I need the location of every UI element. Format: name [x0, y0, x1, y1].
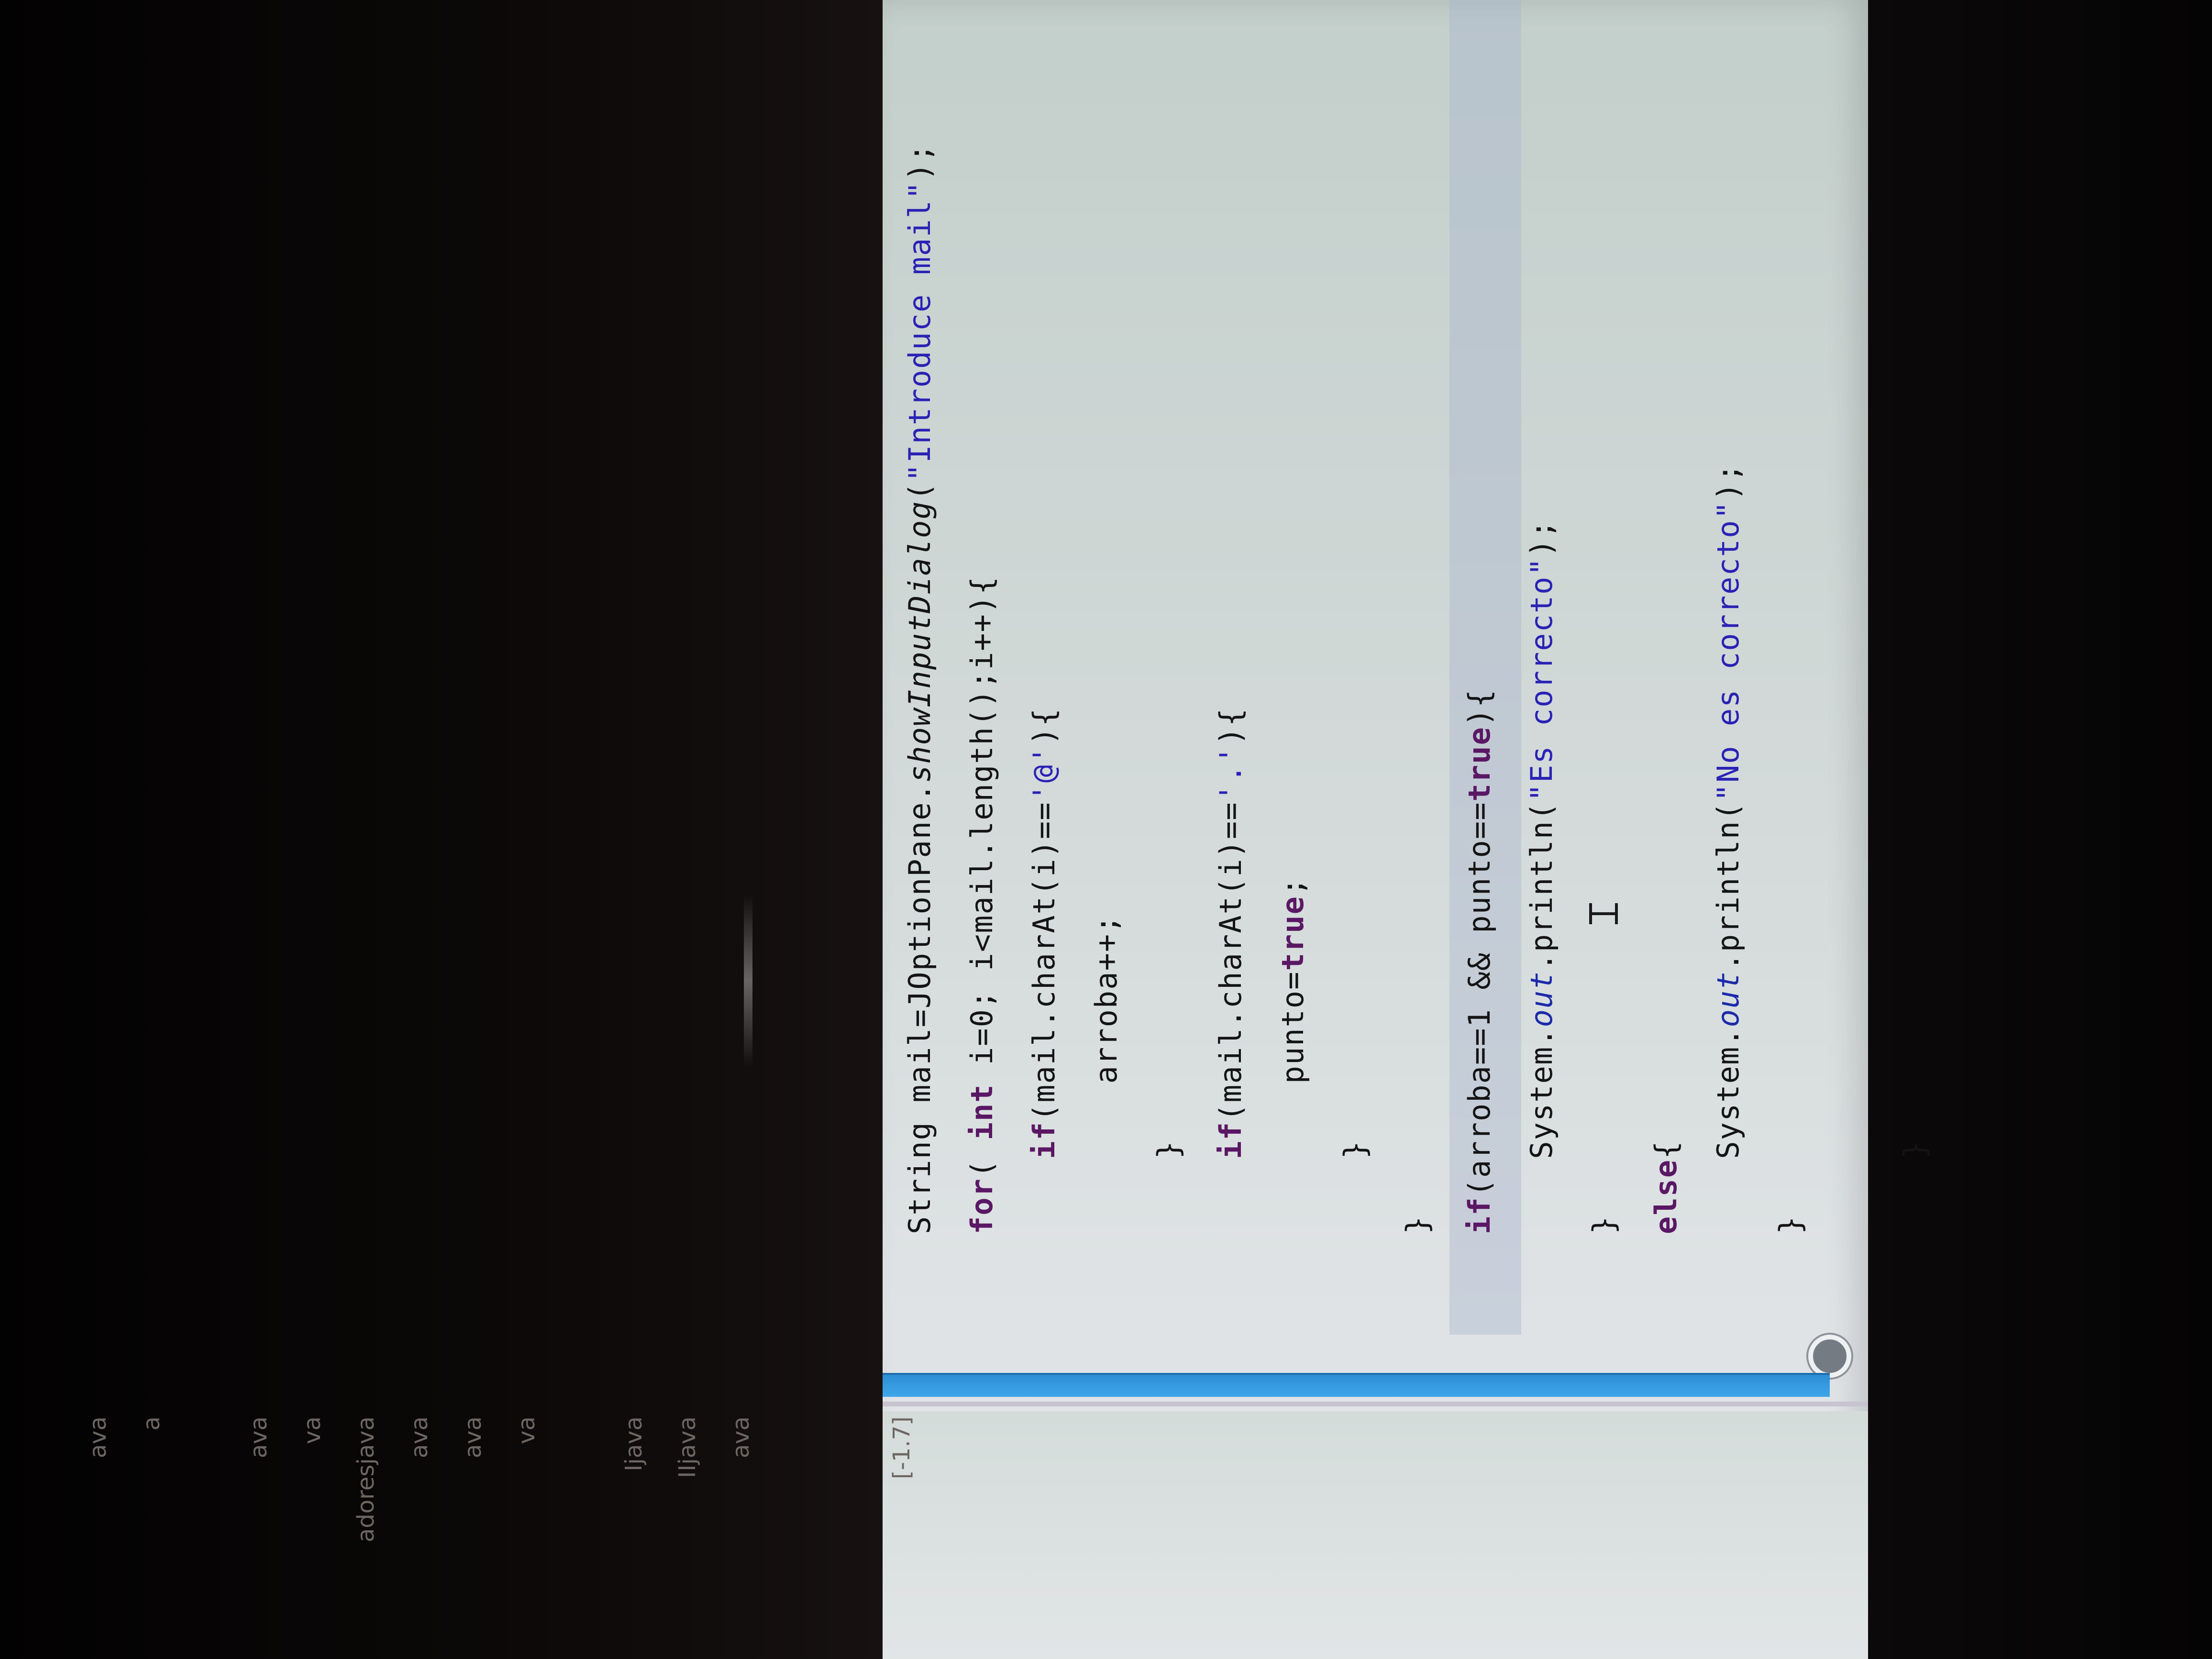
code-token: .println( — [1524, 801, 1559, 971]
code-token: true — [1462, 726, 1497, 802]
code-token: out — [1524, 971, 1559, 1028]
file-tree-item[interactable]: ava — [724, 1416, 758, 1458]
code-token: int — [964, 1084, 999, 1140]
code-token: ){ — [1462, 688, 1497, 727]
file-tree-item[interactable]: va — [510, 1416, 543, 1444]
code-token: (mail.charAt(i)== — [1213, 801, 1248, 1122]
panel-divider — [883, 1402, 1868, 1406]
code-token: "Introduce mail" — [902, 180, 937, 482]
file-tree-item[interactable]: Ijava — [617, 1416, 651, 1471]
code-token: } — [1773, 1215, 1808, 1234]
code-token: ); — [902, 143, 937, 181]
code-token: String — [902, 1102, 937, 1234]
code-token: ; — [1275, 876, 1310, 896]
code-line[interactable]: String mail=JOptionPane.showInputDialog(… — [891, 143, 949, 1234]
code-line[interactable]: for( int i=0; i<mail.length();i++){ — [953, 576, 1011, 1234]
file-tree-item[interactable]: [-1.7] — [885, 1416, 918, 1479]
code-token: "Es correcto" — [1524, 557, 1559, 802]
ide-screen: String mail=JOptionPane.showInputDialog(… — [883, 0, 1932, 1659]
code-token: { — [1648, 1140, 1683, 1159]
file-tree-item[interactable]: ava — [456, 1416, 490, 1458]
project-file-list-inner: ava a ava va adoresjava ava ava va Ijava IIjava av… — [0, 1414, 915, 1659]
code-line[interactable]: } — [1575, 1216, 1633, 1234]
file-tree-item[interactable]: IIjava — [671, 1416, 704, 1478]
code-token: ( — [902, 481, 937, 501]
code-token: ){ — [1213, 707, 1248, 745]
code-token: out — [1711, 971, 1746, 1028]
code-token: if — [1213, 1121, 1248, 1159]
file-tree-item[interactable]: a — [135, 1416, 168, 1430]
code-line[interactable]: } — [1886, 1140, 1944, 1234]
code-token: for — [964, 1178, 999, 1234]
lower-panel — [883, 1411, 1868, 1659]
code-token: if — [1027, 1121, 1062, 1159]
code-line[interactable]: punto=true; — [1264, 877, 1322, 1234]
code-token: showInputDialog — [902, 500, 937, 783]
code-line[interactable]: } — [1762, 1216, 1819, 1234]
file-tree-item[interactable]: ava — [403, 1416, 436, 1458]
code-token: ); — [1711, 463, 1746, 501]
code-line[interactable]: } — [1327, 1140, 1384, 1234]
code-token: if — [1462, 1196, 1497, 1234]
photo-of-monitor: String mail=JOptionPane.showInputDialog(… — [0, 0, 2212, 1659]
file-tree-item[interactable]: ava — [242, 1416, 276, 1458]
editor-scrollbar[interactable] — [883, 1373, 1830, 1397]
code-token: i=0; i<mail.length();i++){ — [964, 575, 999, 1084]
code-token: '@' — [1027, 745, 1062, 802]
file-tree-item[interactable]: ava — [81, 1416, 115, 1458]
code-token: mail — [902, 1027, 937, 1103]
code-token: ( — [964, 1140, 999, 1178]
code-line[interactable]: arroba++; — [1078, 914, 1135, 1234]
code-editor[interactable]: String mail=JOptionPane.showInputDialog(… — [883, 0, 1932, 1382]
text-cursor-icon — [1589, 903, 1618, 924]
code-token: punto= — [1275, 971, 1310, 1234]
lower-panel-content — [883, 1411, 1868, 1659]
code-token: } — [1586, 1215, 1621, 1234]
code-line[interactable]: System.out.println("Es correcto"); — [1513, 520, 1571, 1234]
code-token: ){ — [1027, 707, 1062, 745]
file-tree-item[interactable]: va — [296, 1416, 329, 1444]
code-line[interactable]: if(arroba==1 && punto==true){ — [1451, 689, 1508, 1235]
code-token: (mail.charAt(i)== — [1027, 801, 1062, 1122]
code-token: } — [1338, 1140, 1372, 1234]
code-token: System. — [1711, 1027, 1746, 1234]
code-token: } — [1897, 1140, 1932, 1234]
code-token: } — [1400, 1215, 1435, 1234]
project-file-list: ava a ava va adoresjava ava ava va Ijava IIjava av… — [0, 1414, 915, 1659]
code-line[interactable]: } — [1389, 1216, 1446, 1234]
code-token: ); — [1524, 519, 1559, 557]
code-lines[interactable]: String mail=JOptionPane.showInputDialog(… — [883, 143, 2117, 1235]
code-token: (arroba==1 && punto== — [1462, 801, 1497, 1197]
code-line[interactable]: System.out.println("No es correcto"); — [1700, 463, 1757, 1234]
code-token: true — [1275, 896, 1310, 971]
code-token: System. — [1524, 1027, 1559, 1234]
code-token: .println( — [1711, 801, 1746, 971]
breakpoint-circle-icon[interactable] — [1808, 1335, 1851, 1378]
dark-surrounding-left — [0, 0, 883, 1659]
code-token: "No es correcto" — [1711, 500, 1746, 802]
code-token: } — [1151, 1140, 1186, 1234]
code-line[interactable]: if(mail.charAt(i)=='@'){ — [1016, 708, 1073, 1234]
code-token: arroba++; — [1089, 914, 1124, 1234]
code-line[interactable]: else{ — [1637, 1140, 1695, 1234]
code-token: '.' — [1213, 745, 1248, 802]
code-line[interactable]: } — [1140, 1140, 1197, 1234]
bezel-reflection — [744, 895, 752, 1067]
code-token: else — [1648, 1159, 1683, 1234]
code-line[interactable]: if(mail.charAt(i)=='.'){ — [1202, 708, 1260, 1234]
code-token: =JOptionPane. — [902, 783, 937, 1028]
file-tree-item[interactable]: adoresjava — [349, 1416, 383, 1542]
